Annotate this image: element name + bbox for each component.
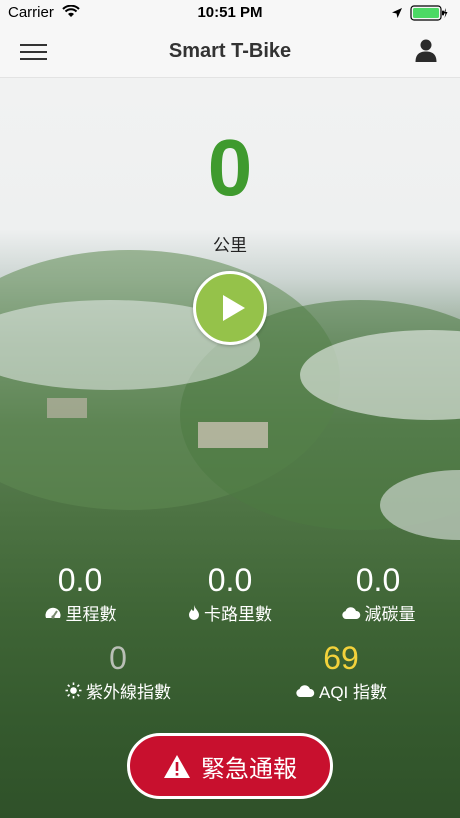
aqi-label-row: AQI 指數 xyxy=(266,678,416,703)
stat-calories: 0.0 卡路里數 xyxy=(155,562,305,625)
emergency-button[interactable]: 緊急通報 xyxy=(127,733,333,799)
aqi-label: AQI 指數 xyxy=(318,683,387,702)
cloud-icon xyxy=(341,606,360,619)
uv-label-row: 紫外線指數 xyxy=(43,678,193,703)
stat-label: 減碳量 xyxy=(364,605,416,624)
stat-value: 0.0 xyxy=(207,562,253,598)
stat-label-row: 卡路里數 xyxy=(155,600,305,625)
uv-value: 0 xyxy=(109,640,127,676)
user-icon xyxy=(415,39,437,62)
stat-value: 0.0 xyxy=(355,562,401,598)
sun-icon xyxy=(65,682,82,699)
aqi-value: 69 xyxy=(323,640,359,676)
location-arrow-icon xyxy=(392,8,402,18)
start-ride-button[interactable] xyxy=(193,271,267,345)
stat-label-row: 減碳量 xyxy=(303,600,453,625)
battery-icon xyxy=(410,5,448,21)
stat-label-row: 里程數 xyxy=(5,600,155,625)
speedometer-icon xyxy=(45,607,60,619)
uv-index: 0 紫外線指數 xyxy=(43,640,193,703)
stat-label: 卡路里數 xyxy=(204,605,272,624)
emergency-label: 緊急通報 xyxy=(201,755,297,783)
flame-icon xyxy=(189,605,199,620)
stat-carbon: 0.0 減碳量 xyxy=(303,562,453,625)
stat-value: 0.0 xyxy=(57,562,103,598)
play-icon xyxy=(223,295,245,321)
warning-icon xyxy=(164,754,190,778)
navigation-bar: Smart T-Bike xyxy=(0,26,460,78)
stat-label: 里程數 xyxy=(65,605,117,624)
castle-shape xyxy=(47,398,87,418)
cloud-icon xyxy=(296,684,315,697)
status-bar: Carrier 10:51 PM xyxy=(0,0,460,26)
distance-unit: 公里 xyxy=(213,236,247,255)
uv-label: 紫外線指數 xyxy=(86,683,171,702)
app-screen: Carrier 10:51 PM Smart T-Bike 0 公里 0.0 里… xyxy=(0,0,460,818)
page-title: Smart T-Bike xyxy=(168,40,292,62)
distance-value: 0 xyxy=(207,123,253,212)
stat-mileage: 0.0 里程數 xyxy=(5,562,155,625)
castle-shape xyxy=(198,422,268,448)
profile-button[interactable] xyxy=(414,38,438,64)
aqi-index: 69 AQI 指數 xyxy=(266,640,416,703)
